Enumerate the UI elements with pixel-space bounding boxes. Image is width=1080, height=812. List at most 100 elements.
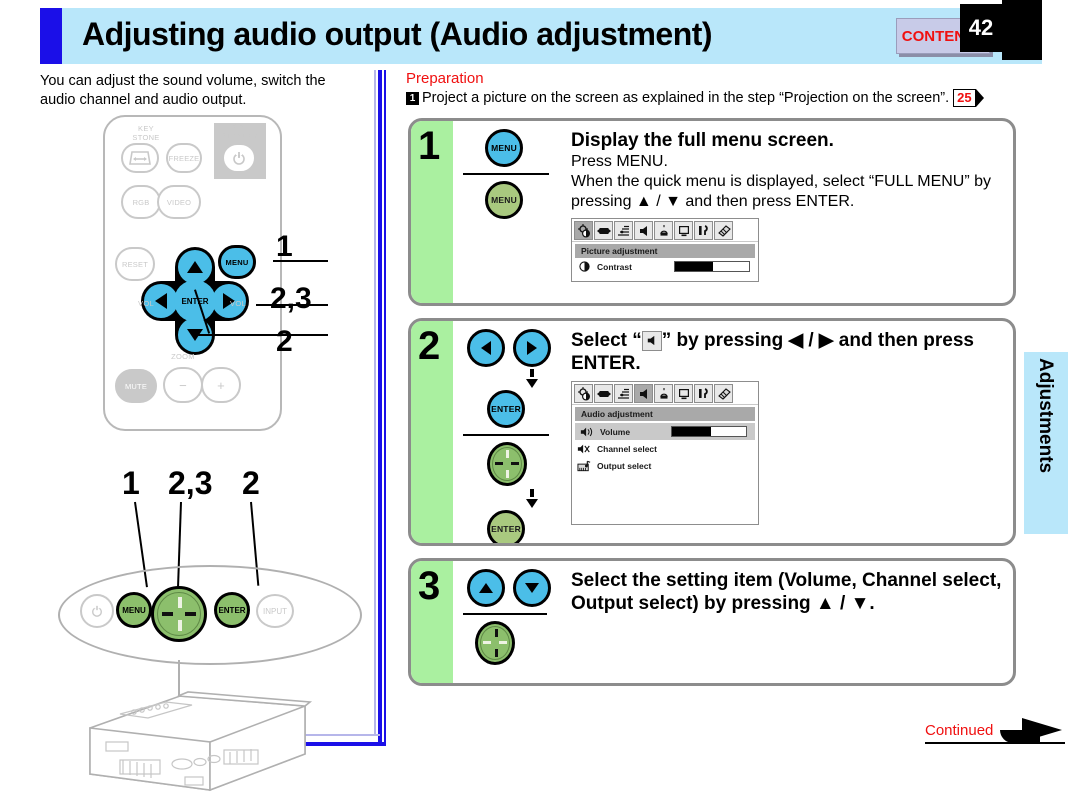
rgb-button[interactable]: RGB — [121, 185, 161, 219]
osd-lamp-icon[interactable] — [654, 384, 673, 403]
callout-line-2 — [198, 334, 328, 336]
video-button[interactable]: VIDEO — [157, 185, 201, 219]
step-1: 1 MENU MENU Display the full menu screen… — [408, 118, 1016, 306]
preparation-item-text: Project a picture on the screen as expla… — [422, 89, 950, 106]
osd-factory-icon[interactable] — [714, 384, 733, 403]
osd-position-icon[interactable] — [594, 221, 613, 240]
freeze-button[interactable]: FREEZE — [166, 143, 202, 173]
step-2-arrow-2 — [499, 489, 565, 508]
dpad-left-tick — [483, 641, 491, 644]
osd-level-icon[interactable] — [614, 221, 633, 240]
step-1-osd-row-contrast[interactable]: Contrast — [572, 258, 758, 275]
keystone-button[interactable] — [121, 143, 159, 173]
callout-number-remote-23: 2,3 — [270, 282, 312, 315]
step-3-down-key[interactable] — [513, 569, 551, 607]
dpad-down-tick — [495, 649, 498, 657]
continued-label: Continued — [925, 722, 994, 739]
step-2-right-key[interactable] — [513, 329, 551, 367]
contrast-slider[interactable] — [674, 261, 750, 272]
step-3-number: 3 — [418, 564, 441, 608]
osd-factory-icon[interactable] — [714, 221, 733, 240]
step-2-osd-title: Audio adjustment — [575, 407, 755, 421]
panel-dpad-left-tick — [162, 612, 173, 616]
step-3-up-key[interactable] — [467, 569, 505, 607]
osd-position-icon[interactable] — [594, 384, 613, 403]
step-1-line-2: When the quick menu is displayed, select… — [571, 173, 992, 210]
continued-arrow-icon — [1022, 718, 1062, 742]
preparation-item-number: 1 — [406, 91, 419, 105]
panel-dpad[interactable] — [151, 586, 207, 642]
up-arrow-icon — [187, 261, 203, 273]
dpad-up-button[interactable] — [178, 250, 212, 284]
page-ref-25[interactable]: 25 — [953, 89, 976, 107]
side-tab-label: Adjustments — [1035, 358, 1056, 474]
step-2-osd-row-channel[interactable]: Channel select — [572, 440, 758, 457]
callout-number-panel-23: 2,3 — [168, 465, 213, 501]
frame-right-edge — [378, 70, 382, 746]
dpad-left-tick — [495, 462, 503, 465]
vol-plus-label: VOL — [230, 299, 246, 308]
step-2-panel-dpad[interactable] — [487, 442, 527, 486]
step-2-osd-row-output[interactable]: Output select — [572, 457, 758, 474]
panel-power-button[interactable] — [80, 594, 114, 628]
osd-picture-icon[interactable] — [574, 384, 593, 403]
step-3: 3 Select the setting item (Volume, Chann… — [408, 558, 1016, 686]
step-2-osd-row-volume[interactable]: Volume — [575, 423, 755, 440]
power-icon — [224, 145, 254, 171]
left-arrow-icon — [481, 341, 491, 355]
dpad-up-tick — [495, 629, 498, 637]
dpad-right-tick — [499, 641, 507, 644]
header-accent-bar — [40, 8, 62, 64]
step-2-enter-key-remote[interactable]: ENTER — [487, 390, 525, 428]
dpad-up-tick — [506, 450, 509, 458]
right-arrow-icon — [527, 341, 537, 355]
step-1-number: 1 — [418, 124, 441, 168]
osd-lamp-icon[interactable] — [654, 221, 673, 240]
preparation-title: Preparation — [406, 70, 484, 87]
zoom-plus-button[interactable]: + — [201, 367, 241, 403]
frame-right-edge-outer — [384, 70, 386, 746]
osd-display-icon[interactable] — [674, 221, 693, 240]
step-3-text: Select the setting item (Volume, Channel… — [571, 569, 1003, 615]
page-header: Adjusting audio output (Audio adjustment… — [40, 8, 1042, 64]
panel-dpad-right-tick — [185, 612, 196, 616]
osd-speaker-icon[interactable] — [634, 221, 653, 240]
panel-input-button[interactable]: INPUT — [256, 594, 294, 628]
zoom-minus-button[interactable]: − — [163, 367, 203, 403]
step-3-key-divider — [463, 613, 547, 615]
dpad-down-tick — [506, 470, 509, 478]
on-standby-label: ON/ STANDBY — [221, 122, 259, 140]
freeze-label: FREEZE — [168, 153, 200, 163]
step-1-menu-key-panel[interactable]: MENU — [485, 181, 523, 219]
remote-enter-button[interactable]: ENTER — [174, 280, 216, 322]
side-tab-adjustments[interactable]: Adjustments — [1024, 352, 1068, 534]
step-2-left-key[interactable] — [467, 329, 505, 367]
volume-slider[interactable] — [671, 426, 747, 437]
panel-dpad-up-tick — [178, 597, 182, 608]
zoom-label: ZOOM — [171, 352, 195, 361]
continued-underline — [925, 742, 1065, 744]
step-1-menu-key-remote[interactable]: MENU — [485, 129, 523, 167]
step-1-osd-row-label: Contrast — [597, 261, 632, 272]
osd-picture-icon[interactable] — [574, 221, 593, 240]
step-2-body: ENTER ENTER Select “ ” by pressing ◀ / ▶… — [453, 321, 1013, 543]
step-2-text: Select “” by pressing ◀ / ▶ and then pre… — [571, 329, 1003, 525]
mute-button[interactable]: MUTE — [115, 369, 157, 403]
remote-menu-button[interactable]: MENU — [218, 245, 256, 279]
volume-icon — [579, 425, 595, 438]
step-2-enter-key-panel[interactable]: ENTER — [487, 510, 525, 543]
osd-level-icon[interactable] — [614, 384, 633, 403]
osd-speaker-icon[interactable] — [634, 384, 653, 403]
page-title: Adjusting audio output (Audio adjustment… — [82, 16, 713, 52]
osd-default-icon[interactable] — [694, 221, 713, 240]
channel-icon — [576, 442, 592, 455]
keystone-label: KEY STONE — [132, 124, 160, 142]
osd-display-icon[interactable] — [674, 384, 693, 403]
power-button[interactable] — [222, 143, 256, 173]
panel-enter-button[interactable]: ENTER — [214, 592, 250, 628]
preparation-item: 1 Project a picture on the screen as expl… — [406, 89, 1026, 107]
panel-menu-button[interactable]: MENU — [116, 592, 152, 628]
osd-default-icon[interactable] — [694, 384, 713, 403]
step-2-osd-iconbar — [572, 382, 758, 405]
step-3-panel-dpad[interactable] — [475, 621, 515, 665]
